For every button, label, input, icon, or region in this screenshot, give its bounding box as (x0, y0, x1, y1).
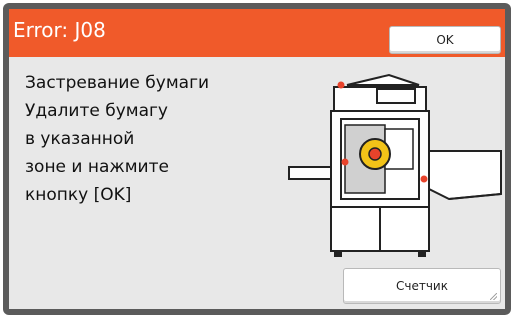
counter-button-label: Счетчик (396, 279, 448, 293)
error-message: Застревание бумаги Удалите бумагу в указ… (25, 69, 265, 209)
resize-grip-icon (490, 293, 497, 300)
dialog-header: Error: J08 OK (9, 9, 505, 57)
counter-button[interactable]: Счетчик (343, 268, 501, 304)
printer-jam-illustration (279, 59, 505, 259)
message-line: Удалите бумагу (25, 101, 168, 121)
message-line: зоне и нажмите (25, 157, 169, 177)
error-dialog: Error: J08 OK Застревание бумаги Удалите… (9, 9, 505, 309)
message-line: Застревание бумаги (25, 73, 210, 93)
ok-button[interactable]: OK (389, 26, 501, 54)
message-line: в указанной (25, 129, 135, 149)
dialog-title: Error: J08 (13, 18, 106, 42)
message-line: кнопку [OK] (25, 185, 132, 205)
jam-location-marker (337, 81, 345, 89)
jam-location-marker (341, 158, 349, 166)
jam-location-marker (420, 175, 428, 183)
